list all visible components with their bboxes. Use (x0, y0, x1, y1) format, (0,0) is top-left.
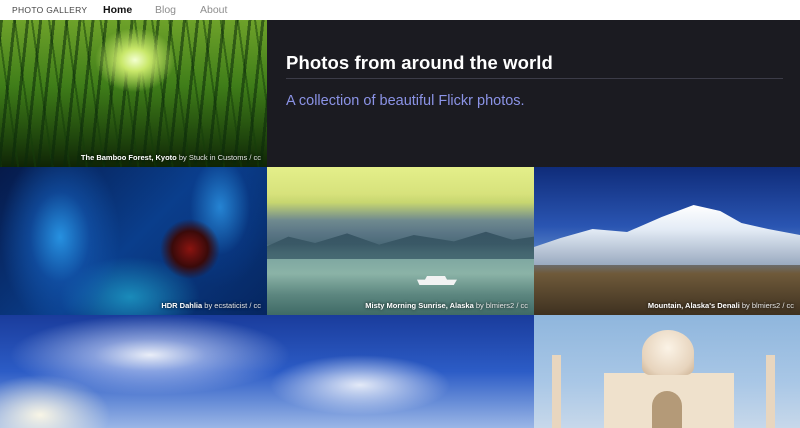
page-title: Photos from around the world (286, 52, 553, 73)
page-subtitle: A collection of beautiful Flickr photos. (286, 93, 525, 109)
photo-tile-denali[interactable]: Mountain, Alaska's Denali by blmiers2 / … (534, 167, 800, 315)
title-divider (286, 78, 783, 79)
brand-logo[interactable]: PHOTO GALLERY (12, 5, 87, 15)
photo-by: by (475, 301, 484, 310)
photo-title: HDR Dahlia (161, 301, 203, 310)
photo-caption: Misty Morning Sunrise, Alaska by blmiers… (365, 301, 528, 310)
photo-author[interactable]: blmiers2 (486, 301, 514, 310)
photo-caption: HDR Dahlia by ecstaticist / cc (161, 301, 261, 310)
ship-shape (417, 276, 457, 285)
minaret-shape (552, 355, 561, 428)
photo-title: Mountain, Alaska's Denali (647, 301, 740, 310)
photo-tile-bamboo-forest[interactable]: The Bamboo Forest, Kyoto by Stuck in Cus… (0, 20, 267, 167)
photo-license[interactable]: / cc (249, 301, 261, 310)
arch-shape (652, 391, 682, 428)
hero-panel: Photos from around the world A collectio… (267, 20, 800, 167)
minaret-shape (766, 355, 775, 428)
photo-caption: Mountain, Alaska's Denali by blmiers2 / … (648, 301, 794, 310)
photo-by: by (204, 301, 213, 310)
photo-tile-sky-clouds[interactable] (0, 315, 534, 428)
photo-author[interactable]: ecstaticist (214, 301, 247, 310)
photo-tile-taj-mahal[interactable] (534, 315, 800, 428)
photo-tile-misty-morning[interactable]: Misty Morning Sunrise, Alaska by blmiers… (267, 167, 534, 315)
photo-title: Misty Morning Sunrise, Alaska (365, 301, 474, 310)
mountain-ridge-shape (267, 231, 534, 259)
photo-by: by (178, 153, 187, 162)
nav-link-blog[interactable]: Blog (155, 4, 176, 16)
photo-license[interactable]: / cc (516, 301, 528, 310)
photo-caption: The Bamboo Forest, Kyoto by Stuck in Cus… (81, 153, 261, 162)
photo-license[interactable]: / cc (782, 301, 794, 310)
photo-author[interactable]: Stuck in Customs (189, 153, 247, 162)
photo-by: by (741, 301, 750, 310)
nav-link-home[interactable]: Home (103, 4, 132, 16)
nav-link-about[interactable]: About (200, 4, 227, 16)
snow-peak-shape (534, 205, 800, 265)
photo-license[interactable]: / cc (249, 153, 261, 162)
photo-tile-hdr-dahlia[interactable]: HDR Dahlia by ecstaticist / cc (0, 167, 267, 315)
top-navbar: PHOTO GALLERY Home Blog About (0, 0, 800, 20)
photo-author[interactable]: blmiers2 (752, 301, 780, 310)
photo-title: The Bamboo Forest, Kyoto (80, 153, 177, 162)
dome-shape (642, 330, 694, 375)
